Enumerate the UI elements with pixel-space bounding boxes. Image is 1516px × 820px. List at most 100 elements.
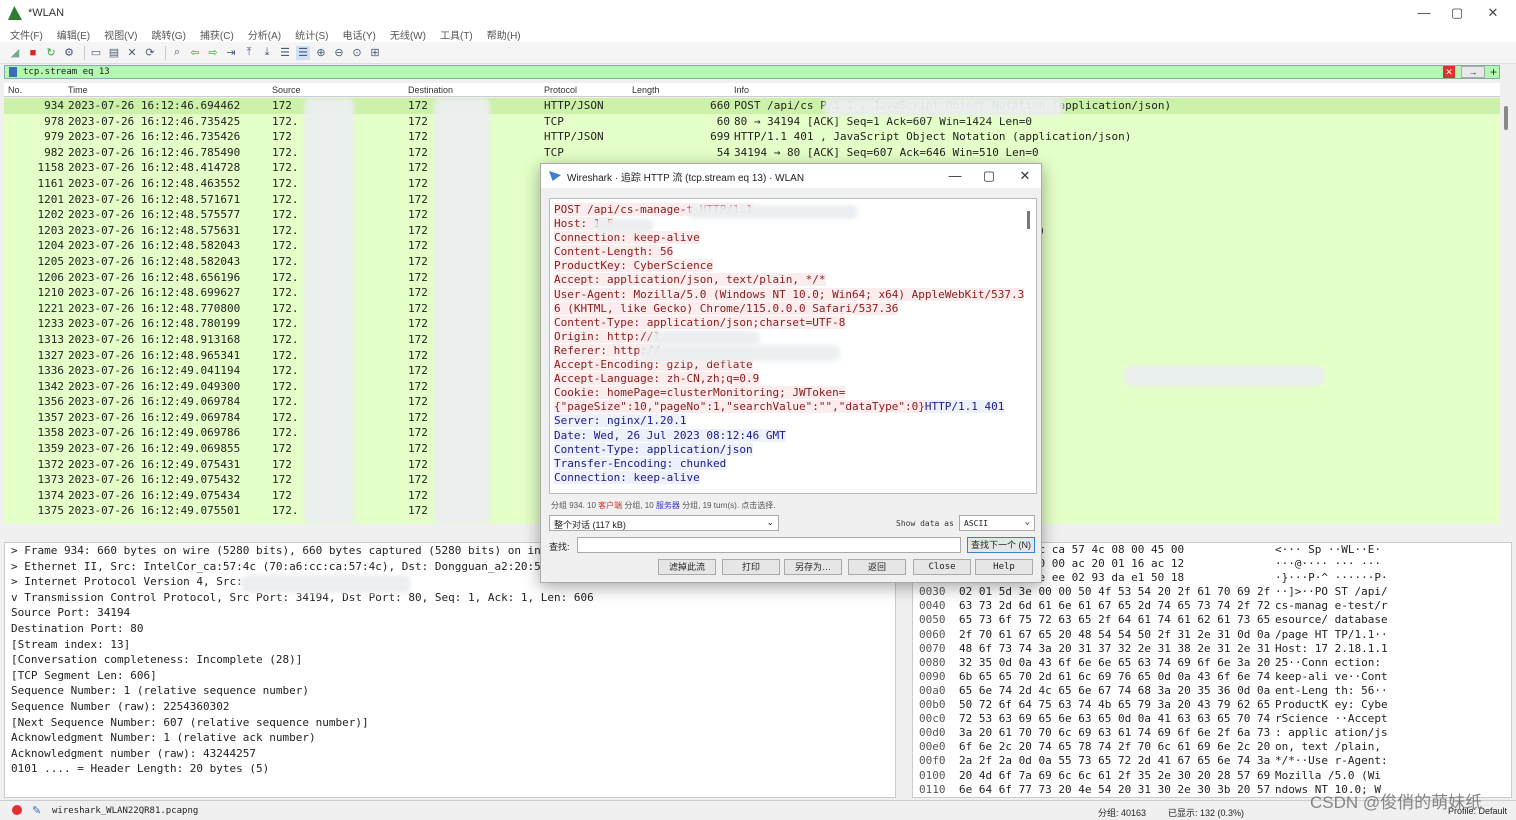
detail-row[interactable]: 0101 .... = Header Length: 20 bytes (5) [5, 761, 895, 777]
go-forward-icon[interactable]: ⇨ [206, 46, 220, 60]
bytes-row[interactable]: 0090 6b 65 65 70 2d 61 6c 69 76 65 0d 0a … [913, 670, 1511, 684]
zoom-out-icon[interactable]: ⊖ [332, 46, 346, 60]
detail-row[interactable]: Destination Port: 80 [5, 621, 895, 637]
packet-destination: 172 [408, 130, 428, 144]
save-file-icon[interactable]: ▤ [107, 46, 121, 60]
show-data-select[interactable]: ASCII ⌄ [959, 515, 1035, 531]
bytes-row[interactable]: 00d0 3a 20 61 70 70 6c 69 63 61 74 69 6f … [913, 726, 1511, 740]
find-label: 查找: [549, 542, 570, 552]
add-filter-button[interactable]: + [1490, 65, 1497, 79]
find-packet-icon[interactable]: ⌕ [170, 46, 184, 60]
column-destination[interactable]: Destination [408, 85, 453, 95]
column-no[interactable]: No. [8, 85, 22, 95]
menu-capture[interactable]: 捕获(C) [200, 27, 234, 42]
bytes-row[interactable]: 0060 2f 70 61 67 65 20 48 54 54 50 2f 31 … [913, 628, 1511, 642]
bookmark-icon[interactable] [9, 67, 17, 77]
expert-info-icon[interactable] [12, 805, 22, 815]
edit-comment-icon[interactable]: ✎ [32, 804, 41, 817]
menu-help[interactable]: 帮助(H) [487, 27, 521, 42]
packet-row[interactable]: 934 2023-07-26 16:12:46.694462 172 172 HTTP/… [4, 98, 1500, 114]
display-filter-bar[interactable]: tcp.stream eq 13 ✕ → [4, 65, 1500, 79]
bytes-hex: 6b 65 65 70 2d 61 6c 69 76 65 0d 0a 43 6… [959, 669, 1271, 683]
bytes-row[interactable]: 00b0 50 72 6f 64 75 63 74 4b 65 79 3a 20 … [913, 698, 1511, 712]
go-last-icon[interactable]: ⤓ [260, 46, 274, 60]
menu-edit[interactable]: 编辑(E) [57, 27, 90, 42]
restart-capture-icon[interactable]: ↻ [44, 46, 58, 60]
packet-row[interactable]: 979 2023-07-26 16:12:46.735426 172 172 HTTP/… [4, 129, 1500, 145]
zoom-normal-icon[interactable]: ⊙ [350, 46, 364, 60]
capture-options-icon[interactable]: ⚙ [62, 46, 76, 60]
maximize-button[interactable]: ▢ [1440, 0, 1474, 26]
back-button[interactable]: 返回 [848, 559, 906, 575]
start-capture-icon[interactable]: ◢ [8, 46, 22, 60]
minimize-button[interactable]: — [1407, 0, 1441, 26]
autoscroll-icon[interactable]: ☰ [278, 46, 292, 60]
conversation-select[interactable]: 整个对话 (117 kB) ⌄ [549, 515, 779, 531]
dialog-minimize-button[interactable]: — [937, 164, 973, 188]
bytes-row[interactable]: 0080 32 35 0d 0a 43 6f 6e 6e 65 63 74 69 … [913, 656, 1511, 670]
colorize-icon[interactable]: ☰ [296, 45, 310, 60]
packet-list-scrollbar[interactable] [1500, 98, 1512, 524]
stop-capture-icon[interactable]: ■ [26, 46, 40, 60]
resize-columns-icon[interactable]: ⊞ [368, 46, 382, 60]
column-time[interactable]: Time [68, 85, 88, 95]
help-button[interactable]: Help [975, 559, 1033, 575]
filter-out-stream-button[interactable]: 滤掉此流 [658, 559, 716, 575]
close-file-icon[interactable]: ✕ [125, 46, 139, 60]
detail-row[interactable]: Acknowledgment Number: 1 (relative ack n… [5, 730, 895, 746]
dialog-close-button[interactable]: ✕ [1007, 164, 1043, 188]
column-source[interactable]: Source [272, 85, 301, 95]
column-length[interactable]: Length [632, 85, 660, 95]
find-input[interactable] [577, 537, 961, 553]
bytes-row[interactable]: 0100 20 4d 6f 7a 69 6c 6c 61 2f 35 2e 30 … [913, 769, 1511, 783]
menu-wireless[interactable]: 无线(W) [390, 27, 426, 42]
reload-icon[interactable]: ⟳ [143, 46, 157, 60]
menu-view[interactable]: 视图(V) [104, 27, 137, 42]
packet-row[interactable]: 978 2023-07-26 16:12:46.735425 172. 172 TCP 6… [4, 114, 1500, 130]
print-button[interactable]: 打印 [722, 559, 780, 575]
detail-row[interactable]: Source Port: 34194 [5, 605, 895, 621]
menu-analyze[interactable]: 分析(A) [248, 27, 281, 42]
detail-row[interactable]: [Next Sequence Number: 607 (relative seq… [5, 715, 895, 731]
menu-tools[interactable]: 工具(T) [440, 27, 473, 42]
detail-row[interactable]: Sequence Number (raw): 2254360302 [5, 699, 895, 715]
bytes-row[interactable]: 0050 65 73 6f 75 72 63 65 2f 64 61 74 61 … [913, 613, 1511, 627]
detail-row[interactable]: v Transmission Control Protocol, Src Por… [5, 590, 895, 606]
go-to-packet-icon[interactable]: ⇥ [224, 46, 238, 60]
column-info[interactable]: Info [734, 85, 749, 95]
menu-go[interactable]: 跳转(G) [151, 27, 185, 42]
menu-statistics[interactable]: 统计(S) [295, 27, 328, 42]
display-filter-input[interactable]: tcp.stream eq 13 [23, 67, 110, 77]
apply-filter-button[interactable]: → [1461, 66, 1485, 78]
find-next-button[interactable]: 查找下一个 (N) [967, 537, 1035, 553]
bytes-row[interactable]: 0040 63 73 2d 6d 61 6e 61 67 65 2d 74 65 … [913, 599, 1511, 613]
bytes-row[interactable]: 00c0 72 53 63 69 65 6e 63 65 0d 0a 41 63 … [913, 712, 1511, 726]
stream-content[interactable]: POST /api/cs-manage-t HTTP/1.1 Host: 1 5C… [549, 198, 1037, 494]
bytes-ascii: /page HT TP/1.1·· [1275, 627, 1388, 641]
menu-file[interactable]: 文件(F) [10, 27, 43, 42]
stream-scrollbar[interactable] [1027, 211, 1030, 229]
save-as-button[interactable]: 另存为… [784, 559, 842, 575]
bytes-row[interactable]: 00a0 65 6e 74 2d 4c 65 6e 67 74 68 3a 20 … [913, 684, 1511, 698]
go-back-icon[interactable]: ⇦ [188, 46, 202, 60]
close-button[interactable]: ✕ [1476, 0, 1510, 26]
bytes-row[interactable]: 0030 02 01 5d 3e 00 00 50 4f 53 54 20 2f … [913, 585, 1511, 599]
detail-row[interactable]: [TCP Segment Len: 606] [5, 668, 895, 684]
packet-source: 172. [272, 161, 299, 175]
detail-row[interactable]: Sequence Number: 1 (relative sequence nu… [5, 683, 895, 699]
zoom-in-icon[interactable]: ⊕ [314, 46, 328, 60]
detail-row[interactable]: [Conversation completeness: Incomplete (… [5, 652, 895, 668]
dialog-close-action-button[interactable]: Close [913, 559, 971, 575]
dialog-maximize-button[interactable]: ▢ [971, 164, 1007, 188]
detail-row[interactable]: [Stream index: 13] [5, 637, 895, 653]
packet-row[interactable]: 982 2023-07-26 16:12:46.785490 172. 172 TCP 5… [4, 145, 1500, 161]
detail-row[interactable]: Acknowledgment number (raw): 43244257 [5, 746, 895, 762]
clear-filter-button[interactable]: ✕ [1443, 66, 1455, 78]
open-file-icon[interactable]: ▭ [89, 46, 103, 60]
bytes-row[interactable]: 00e0 6f 6e 2c 20 74 65 78 74 2f 70 6c 61 … [913, 740, 1511, 754]
bytes-row[interactable]: 0070 48 6f 73 74 3a 20 31 37 32 2e 31 38 … [913, 642, 1511, 656]
bytes-row[interactable]: 00f0 2a 2f 2a 0d 0a 55 73 65 72 2d 41 67 … [913, 754, 1511, 768]
column-protocol[interactable]: Protocol [544, 85, 577, 95]
go-first-icon[interactable]: ⤒ [242, 46, 256, 60]
menu-telephony[interactable]: 电话(Y) [343, 27, 376, 42]
